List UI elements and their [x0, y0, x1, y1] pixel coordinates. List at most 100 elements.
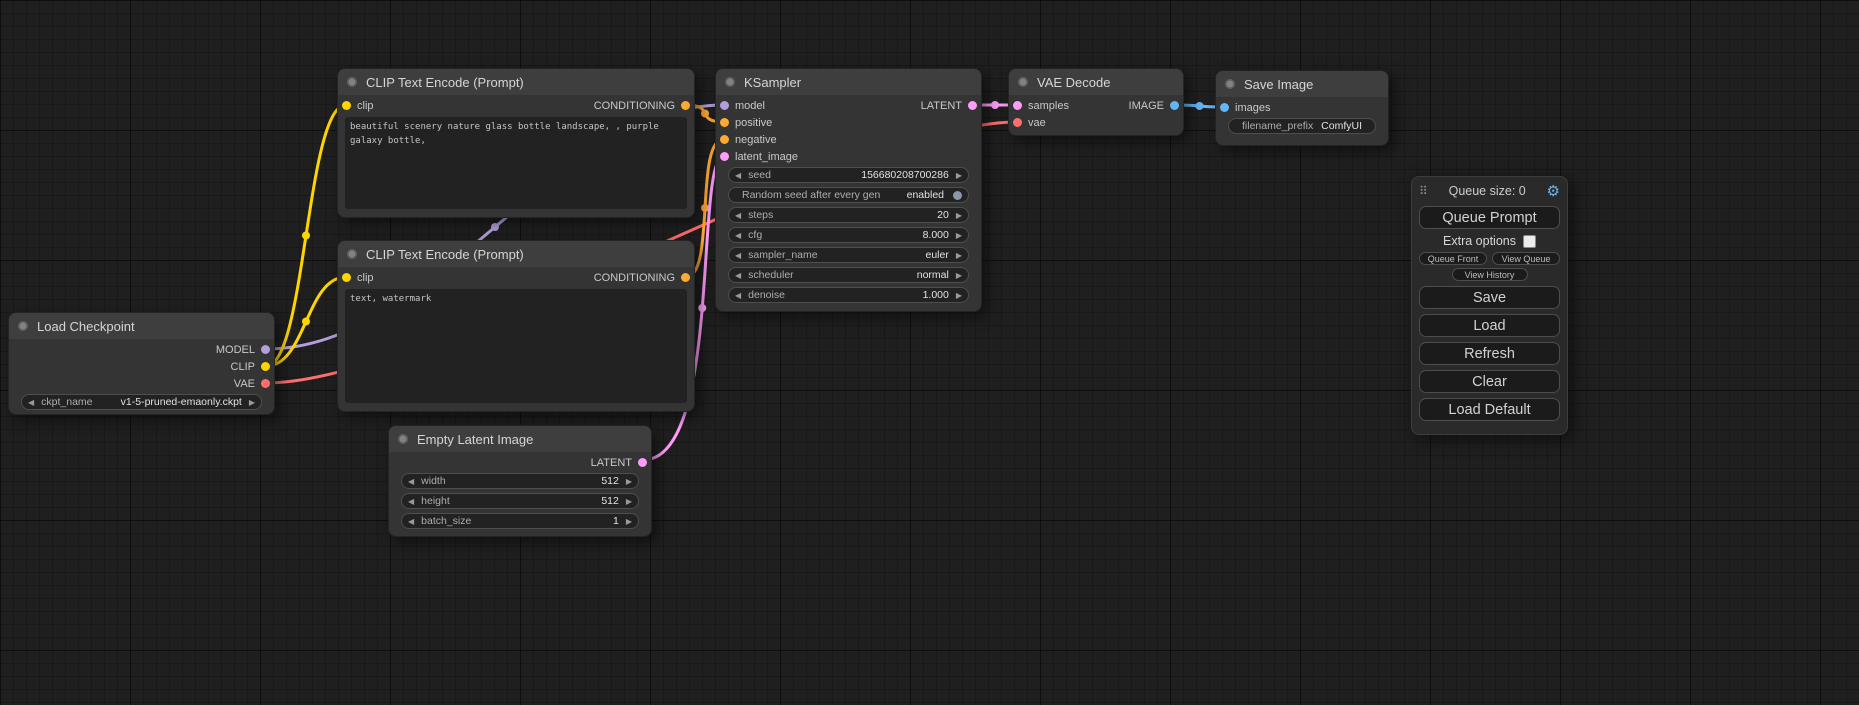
node-graph-canvas[interactable]: Load Checkpoint MODEL CLIP VAE ◀ ckpt_na…	[0, 0, 1859, 705]
collapse-dot-icon[interactable]	[398, 434, 408, 444]
width-widget[interactable]: ◀ width 512 ▶	[401, 473, 639, 489]
widget-label: filename_prefix	[1242, 120, 1313, 132]
view-history-button[interactable]: View History	[1452, 268, 1528, 281]
vae-output-dot[interactable]	[261, 379, 270, 388]
save-button[interactable]: Save	[1419, 286, 1560, 309]
collapse-dot-icon[interactable]	[725, 77, 735, 87]
model-output-dot[interactable]	[261, 345, 270, 354]
scheduler-widget[interactable]: ◀ scheduler normal ▶	[728, 267, 969, 283]
increment-arrow-icon[interactable]: ▶	[956, 171, 962, 180]
increment-arrow-icon[interactable]: ▶	[956, 211, 962, 220]
random-seed-toggle-widget[interactable]: Random seed after every gen enabled	[728, 187, 969, 203]
increment-arrow-icon[interactable]: ▶	[626, 477, 632, 486]
latent-output-dot[interactable]	[968, 101, 977, 110]
node-vae-decode[interactable]: VAE Decode samples IMAGE vae	[1008, 68, 1184, 136]
increment-arrow-icon[interactable]: ▶	[956, 251, 962, 260]
conditioning-output-dot[interactable]	[681, 273, 690, 282]
clip-slot-row: clip CONDITIONING	[338, 269, 694, 286]
link-midpoint-dot	[302, 318, 310, 326]
model-input-dot[interactable]	[720, 101, 729, 110]
toggle-on-dot[interactable]	[953, 191, 962, 200]
widget-value: 512	[601, 475, 619, 487]
collapse-dot-icon[interactable]	[347, 77, 357, 87]
seed-widget[interactable]: ◀ seed 156680208700286 ▶	[728, 167, 969, 183]
node-title-bar[interactable]: Empty Latent Image	[389, 426, 651, 452]
node-title-bar[interactable]: VAE Decode	[1009, 69, 1183, 95]
queue-actions-row: Queue Front View Queue	[1419, 252, 1560, 265]
increment-arrow-icon[interactable]: ▶	[626, 517, 632, 526]
decrement-arrow-icon[interactable]: ◀	[408, 517, 414, 526]
filename-prefix-widget[interactable]: filename_prefix ComfyUI	[1228, 118, 1376, 134]
decrement-arrow-icon[interactable]: ◀	[735, 231, 741, 240]
decrement-arrow-icon[interactable]: ◀	[408, 497, 414, 506]
steps-widget[interactable]: ◀ steps 20 ▶	[728, 207, 969, 223]
decrement-arrow-icon[interactable]: ◀	[735, 211, 741, 220]
slot-label: positive	[735, 117, 772, 129]
clip-input-dot[interactable]	[342, 273, 351, 282]
collapse-dot-icon[interactable]	[347, 249, 357, 259]
denoise-widget[interactable]: ◀ denoise 1.000 ▶	[728, 287, 969, 303]
node-title-bar[interactable]: CLIP Text Encode (Prompt)	[338, 69, 694, 95]
samples-input-dot[interactable]	[1013, 101, 1022, 110]
collapse-dot-icon[interactable]	[1018, 77, 1028, 87]
drag-handle-icon[interactable]: ⠿	[1419, 184, 1428, 198]
decrement-arrow-icon[interactable]: ◀	[28, 398, 34, 407]
link-midpoint-dot	[698, 304, 706, 312]
vae-input-dot[interactable]	[1013, 118, 1022, 127]
negative-prompt-textarea[interactable]: text, watermark	[345, 289, 687, 403]
clip-input-dot[interactable]	[342, 101, 351, 110]
positive-prompt-textarea[interactable]: beautiful scenery nature glass bottle la…	[345, 117, 687, 209]
batch-size-widget[interactable]: ◀ batch_size 1 ▶	[401, 513, 639, 529]
slot-label: negative	[735, 134, 777, 146]
decrement-arrow-icon[interactable]: ◀	[735, 251, 741, 260]
node-title-bar[interactable]: KSampler	[716, 69, 981, 95]
images-input-dot[interactable]	[1220, 103, 1229, 112]
queue-front-button[interactable]: Queue Front	[1419, 252, 1487, 265]
image-output-dot[interactable]	[1170, 101, 1179, 110]
increment-arrow-icon[interactable]: ▶	[956, 231, 962, 240]
decrement-arrow-icon[interactable]: ◀	[735, 291, 741, 300]
node-empty-latent-image[interactable]: Empty Latent Image LATENT ◀ width 512 ▶ …	[388, 425, 652, 537]
link-midpoint-dot	[1196, 102, 1204, 110]
decrement-arrow-icon[interactable]: ◀	[735, 271, 741, 280]
load-button[interactable]: Load	[1419, 314, 1560, 337]
view-queue-button[interactable]: View Queue	[1492, 252, 1560, 265]
node-title-bar[interactable]: Load Checkpoint	[9, 313, 274, 339]
increment-arrow-icon[interactable]: ▶	[626, 497, 632, 506]
node-title-bar[interactable]: Save Image	[1216, 71, 1388, 97]
latent-image-input-dot[interactable]	[720, 152, 729, 161]
refresh-button[interactable]: Refresh	[1419, 342, 1560, 365]
sampler-name-widget[interactable]: ◀ sampler_name euler ▶	[728, 247, 969, 263]
slot-label: CONDITIONING	[594, 100, 675, 112]
ckpt-name-widget[interactable]: ◀ ckpt_name v1-5-pruned-emaonly.ckpt ▶	[21, 394, 262, 410]
increment-arrow-icon[interactable]: ▶	[956, 291, 962, 300]
node-clip-text-encode-positive[interactable]: CLIP Text Encode (Prompt) clip CONDITION…	[337, 68, 695, 218]
node-title-bar[interactable]: CLIP Text Encode (Prompt)	[338, 241, 694, 267]
node-save-image[interactable]: Save Image images filename_prefix ComfyU…	[1215, 70, 1389, 146]
collapse-dot-icon[interactable]	[1225, 79, 1235, 89]
slot-label: images	[1235, 102, 1270, 114]
extra-options-checkbox[interactable]	[1523, 235, 1536, 248]
cfg-widget[interactable]: ◀ cfg 8.000 ▶	[728, 227, 969, 243]
latent-output-dot[interactable]	[638, 458, 647, 467]
positive-input-dot[interactable]	[720, 118, 729, 127]
settings-gear-icon[interactable]: ⚙	[1547, 182, 1560, 200]
slot-label: samples	[1028, 100, 1069, 112]
clear-button[interactable]: Clear	[1419, 370, 1560, 393]
node-load-checkpoint[interactable]: Load Checkpoint MODEL CLIP VAE ◀ ckpt_na…	[8, 312, 275, 415]
conditioning-output-dot[interactable]	[681, 101, 690, 110]
queue-prompt-button[interactable]: Queue Prompt	[1419, 206, 1560, 229]
decrement-arrow-icon[interactable]: ◀	[735, 171, 741, 180]
increment-arrow-icon[interactable]: ▶	[956, 271, 962, 280]
clip-output-dot[interactable]	[261, 362, 270, 371]
height-widget[interactable]: ◀ height 512 ▶	[401, 493, 639, 509]
negative-input-dot[interactable]	[720, 135, 729, 144]
increment-arrow-icon[interactable]: ▶	[249, 398, 255, 407]
widget-label: steps	[748, 209, 773, 221]
node-title: VAE Decode	[1037, 75, 1110, 90]
decrement-arrow-icon[interactable]: ◀	[408, 477, 414, 486]
collapse-dot-icon[interactable]	[18, 321, 28, 331]
load-default-button[interactable]: Load Default	[1419, 398, 1560, 421]
node-ksampler[interactable]: KSampler model LATENT positive negative …	[715, 68, 982, 312]
node-clip-text-encode-negative[interactable]: CLIP Text Encode (Prompt) clip CONDITION…	[337, 240, 695, 412]
